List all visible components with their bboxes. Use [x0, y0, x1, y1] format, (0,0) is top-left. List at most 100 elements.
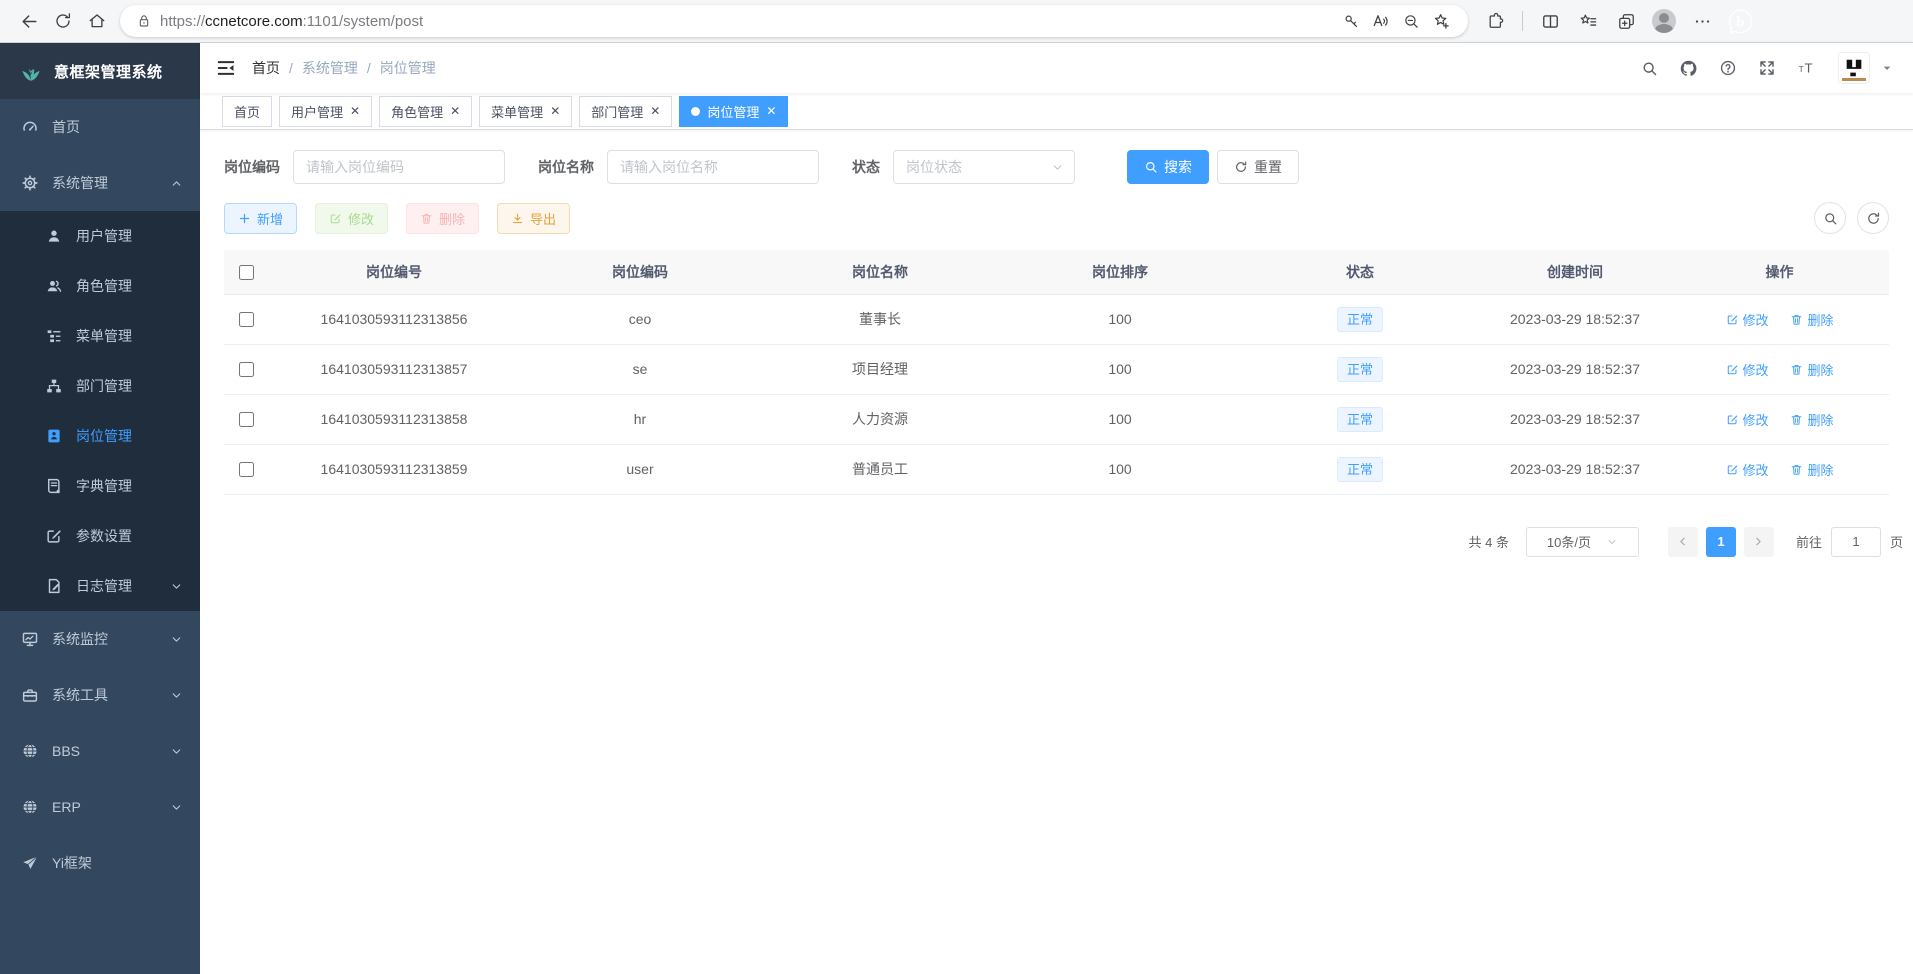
sidebar-item-label: 系统监控 — [52, 629, 108, 649]
collections-button[interactable] — [1609, 5, 1643, 37]
password-key-button[interactable] — [1336, 7, 1366, 35]
help-button[interactable] — [1719, 59, 1737, 77]
edit-icon — [1726, 363, 1739, 376]
row-delete-link[interactable]: 删除 — [1790, 410, 1833, 429]
table-header-row: 岗位编号 岗位编码 岗位名称 岗位排序 状态 创建时间 操作 — [224, 250, 1889, 294]
sidebar-item-label: 参数设置 — [76, 526, 132, 546]
tab-users[interactable]: 用户管理✕ — [279, 96, 372, 127]
row-delete-link[interactable]: 删除 — [1790, 360, 1833, 379]
row-edit-link[interactable]: 修改 — [1726, 410, 1769, 429]
tree-table-icon — [45, 327, 63, 345]
sidebar-item-params[interactable]: 参数设置 — [0, 511, 200, 561]
address-bar[interactable]: https://ccnetcore.com:1101/system/post — [120, 5, 1468, 37]
bing-icon — [1727, 8, 1754, 35]
row-edit-link[interactable]: 修改 — [1726, 360, 1769, 379]
export-button[interactable]: 导出 — [497, 203, 570, 234]
search-form: 岗位编码 岗位名称 状态 岗位状态 搜索 — [224, 150, 1889, 184]
zoom-out-button[interactable] — [1396, 7, 1426, 35]
row-delete-link[interactable]: 删除 — [1790, 310, 1833, 329]
sidebar-item-home[interactable]: 首页 — [0, 99, 200, 155]
row-checkbox[interactable] — [239, 312, 254, 327]
add-button[interactable]: 新增 — [224, 203, 297, 234]
user-avatar[interactable] — [1838, 52, 1870, 84]
tab-home[interactable]: 首页 — [222, 96, 272, 127]
user-menu-caret[interactable] — [1879, 60, 1895, 76]
prev-page-button[interactable] — [1668, 527, 1698, 557]
sidebar-item-erp[interactable]: ERP — [0, 779, 200, 835]
site-info-lock-icon[interactable] — [136, 13, 152, 29]
tab-posts-active[interactable]: 岗位管理✕ — [679, 96, 788, 127]
close-icon[interactable]: ✕ — [550, 105, 560, 117]
github-link[interactable] — [1679, 59, 1698, 78]
toggle-search-button[interactable] — [1814, 202, 1846, 234]
sidebar-item-users[interactable]: 用户管理 — [0, 211, 200, 261]
tab-menus[interactable]: 菜单管理✕ — [479, 96, 572, 127]
select-all-checkbox[interactable] — [239, 265, 254, 280]
split-screen-button[interactable] — [1533, 5, 1567, 37]
pagination-total: 共 4 条 — [1469, 532, 1509, 551]
add-favorite-button[interactable] — [1426, 7, 1456, 35]
search-button[interactable]: 搜索 — [1127, 150, 1209, 184]
chevron-down-icon — [170, 801, 183, 814]
close-icon[interactable]: ✕ — [350, 105, 360, 117]
close-icon[interactable]: ✕ — [450, 105, 460, 117]
cell-post-sort: 100 — [1000, 444, 1240, 494]
status-badge: 正常 — [1337, 407, 1383, 432]
fullscreen-button[interactable] — [1758, 59, 1776, 77]
sidebar-item-tools[interactable]: 系统工具 — [0, 667, 200, 723]
sidebar-item-system[interactable]: 系统管理 — [0, 155, 200, 211]
status-field-group: 状态 岗位状态 — [852, 150, 1075, 184]
next-page-button[interactable] — [1744, 527, 1774, 557]
sidebar-item-menus[interactable]: 菜单管理 — [0, 311, 200, 361]
font-size-button[interactable] — [1797, 58, 1817, 78]
post-code-input[interactable] — [293, 150, 505, 184]
breadcrumb-separator: / — [289, 60, 293, 76]
edit-button-disabled[interactable]: 修改 — [315, 203, 388, 234]
bing-chat-button[interactable] — [1723, 5, 1757, 37]
breadcrumb-system[interactable]: 系统管理 — [302, 58, 358, 78]
cell-post-name: 普通员工 — [760, 444, 1000, 494]
browser-home-button[interactable] — [80, 5, 114, 37]
sidebar-logo[interactable]: 意框架管理系统 — [0, 43, 200, 99]
sidebar-item-posts[interactable]: 岗位管理 — [0, 411, 200, 461]
goto-page-input[interactable] — [1831, 527, 1881, 557]
sidebar-item-departments[interactable]: 部门管理 — [0, 361, 200, 411]
favorites-button[interactable] — [1571, 5, 1605, 37]
row-checkbox[interactable] — [239, 462, 254, 477]
row-checkbox[interactable] — [239, 362, 254, 377]
row-edit-link[interactable]: 修改 — [1726, 310, 1769, 329]
browser-profile-button[interactable] — [1647, 5, 1681, 37]
page-content: 岗位编码 岗位名称 状态 岗位状态 搜索 — [200, 130, 1913, 557]
delete-button-disabled[interactable]: 删除 — [406, 203, 479, 234]
status-select[interactable]: 岗位状态 — [893, 150, 1075, 184]
row-checkbox[interactable] — [239, 412, 254, 427]
sidebar-item-bbs[interactable]: BBS — [0, 723, 200, 779]
sidebar-item-logs[interactable]: 日志管理 — [0, 561, 200, 611]
row-edit-link[interactable]: 修改 — [1726, 460, 1769, 479]
tab-departments[interactable]: 部门管理✕ — [579, 96, 672, 127]
page-size-select[interactable]: 10条/页 — [1526, 527, 1639, 557]
close-icon[interactable]: ✕ — [650, 105, 660, 117]
close-icon[interactable]: ✕ — [766, 105, 776, 117]
read-aloud-button[interactable] — [1366, 7, 1396, 35]
sidebar-item-yiframe[interactable]: Yi框架 — [0, 835, 200, 891]
active-tab-dot — [691, 107, 700, 116]
breadcrumb-home[interactable]: 首页 — [252, 58, 280, 78]
browser-back-button[interactable] — [12, 5, 46, 37]
sidebar-item-dict[interactable]: 字典管理 — [0, 461, 200, 511]
sidebar-collapse-button[interactable] — [216, 58, 236, 78]
header-search-button[interactable] — [1641, 60, 1658, 77]
cell-post-code: hr — [520, 394, 760, 444]
browser-settings-button[interactable] — [1685, 5, 1719, 37]
sidebar-item-monitor[interactable]: 系统监控 — [0, 611, 200, 667]
tab-roles[interactable]: 角色管理✕ — [379, 96, 472, 127]
refresh-table-button[interactable] — [1857, 202, 1889, 234]
extensions-button[interactable] — [1478, 5, 1512, 37]
post-name-input[interactable] — [607, 150, 819, 184]
chevron-right-icon — [1752, 535, 1765, 548]
sidebar-item-roles[interactable]: 角色管理 — [0, 261, 200, 311]
reset-button[interactable]: 重置 — [1217, 150, 1299, 184]
current-page-button[interactable]: 1 — [1706, 527, 1736, 557]
row-delete-link[interactable]: 删除 — [1790, 460, 1833, 479]
browser-refresh-button[interactable] — [46, 5, 80, 37]
